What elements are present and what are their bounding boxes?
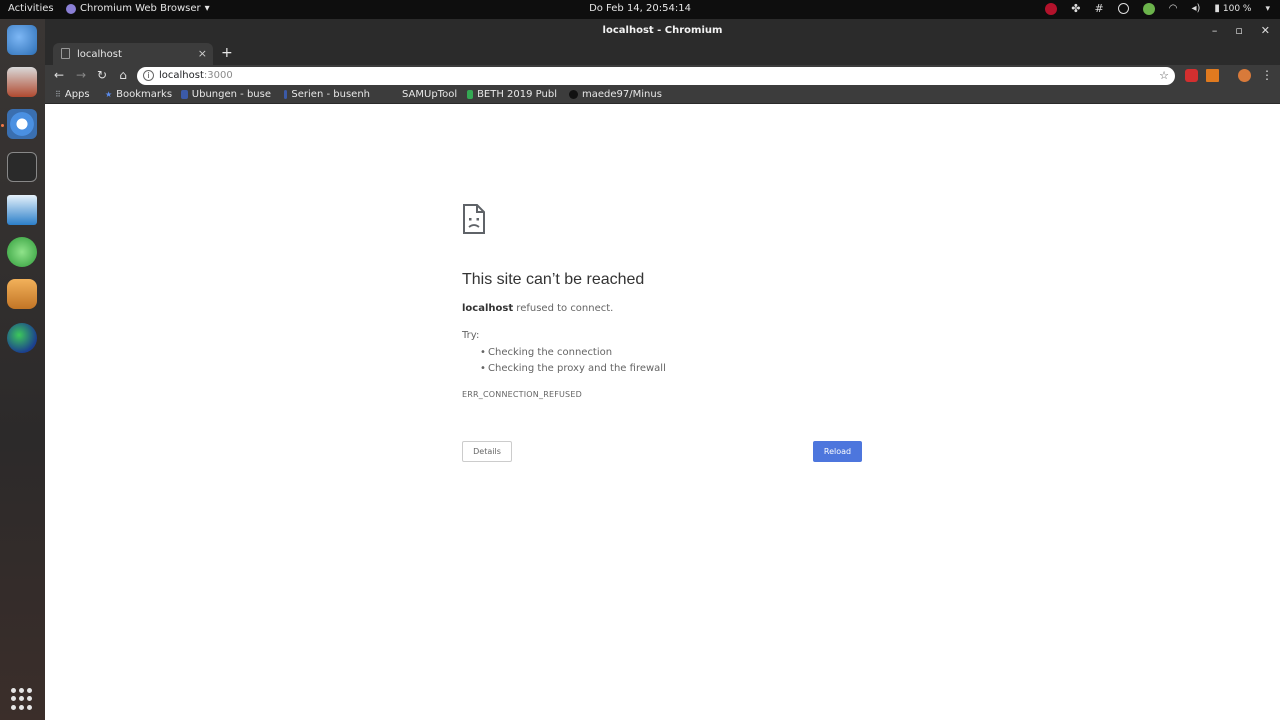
address-bar[interactable]: i localhost:3000 ☆ [137,67,1175,85]
suggestion-list: Checking the connection Checking the pro… [462,347,862,374]
chromium-window: localhost - Chromium – ▫ ✕ localhost × +… [45,19,1280,720]
software-center-icon[interactable] [7,237,37,267]
reload-button[interactable]: Reload [813,441,862,462]
home-icon[interactable]: ⌂ [115,68,131,82]
globe-app-icon[interactable] [7,323,37,353]
url-port: :3000 [203,70,233,81]
reload-icon[interactable]: ↻ [94,68,110,82]
bookmark-label: Apps [64,89,90,100]
details-button[interactable]: Details [462,441,512,462]
more-menu-icon[interactable]: ⋮ [1259,68,1275,82]
site-favicon-icon [284,90,288,99]
apps-grid-icon: ⠿ [55,90,61,99]
bookmark-beth[interactable]: BETH 2019 Publ [467,89,557,100]
bookmark-star-icon[interactable]: ☆ [1159,67,1169,85]
package-icon[interactable] [7,279,37,309]
bookmark-label: SAMUpTool [402,89,458,100]
bookmark-uebungen[interactable]: Übungen - buse [181,89,271,100]
system-tray[interactable]: ✤ # ◠ ◂) ▮ 100 % ▾ [1045,2,1270,15]
error-message: localhost refused to connect. [462,303,862,314]
avatar[interactable] [1238,69,1251,82]
suggestion-proxy-firewall[interactable]: Checking the proxy and the firewall [480,363,862,374]
dock [0,19,45,720]
files-icon[interactable] [7,67,37,97]
dropbox-icon[interactable]: ✤ [1071,2,1080,15]
forward-arrow-icon[interactable]: → [73,68,89,82]
slack-icon[interactable]: # [1094,2,1103,15]
gnome-top-bar: Activities Chromium Web Browser ▾ Do Feb… [0,0,1280,19]
record-indicator-icon[interactable] [1045,2,1058,15]
info-icon[interactable]: i [143,70,154,81]
battery-indicator[interactable]: ▮ 100 % [1214,3,1251,14]
window-titlebar[interactable]: localhost - Chromium – ▫ ✕ [45,19,1280,43]
show-applications-icon[interactable] [11,688,33,710]
bookmark-label: Serien - busenh [291,89,370,100]
page-icon [61,48,70,59]
bookmark-label: maede97/Minus [582,89,662,100]
close-tab-icon[interactable]: × [198,47,207,60]
writer-icon[interactable] [7,195,37,225]
bookmark-samuptool[interactable]: SAMUpTool [389,89,457,100]
error-code: ERR_CONNECTION_REFUSED [462,390,582,399]
bookmark-bookmarks[interactable]: ★ Bookmarks [105,89,172,100]
terminal-icon[interactable] [7,152,37,182]
minimize-icon[interactable]: – [1212,19,1218,43]
thunderbird-icon[interactable] [7,25,37,55]
new-tab-icon[interactable]: + [221,45,233,61]
error-container: This site can’t be reached localhost ref… [462,204,862,399]
site-favicon-icon [181,90,188,99]
suggestion-connection: Checking the connection [480,347,862,358]
active-indicator [1,124,4,127]
github-icon [569,90,578,99]
error-title: This site can’t be reached [462,271,645,288]
close-window-icon[interactable]: ✕ [1261,19,1270,43]
bookmark-serien[interactable]: Serien - busenh [284,89,370,100]
bookmark-github[interactable]: maede97/Minus [569,89,663,100]
extension-icon[interactable] [1206,69,1219,82]
bookmark-label: Übungen - buse [191,89,271,100]
error-reason: refused to connect. [513,303,614,314]
error-host: localhost [462,303,514,314]
page-content: This site can’t be reached localhost ref… [45,104,1280,720]
bookmarks-bar: ⠿ Apps ★ Bookmarks Übungen - buse Serien… [45,87,1280,104]
tab-localhost[interactable]: localhost × [53,43,213,65]
maximize-icon[interactable]: ▫ [1235,19,1242,43]
chromium-icon[interactable] [7,109,37,139]
adblock-icon[interactable] [1185,69,1198,82]
checkmark-icon[interactable] [1117,3,1129,14]
volume-icon[interactable]: ◂) [1191,3,1200,14]
try-label: Try: [462,330,480,341]
battery-level: 100 % [1222,3,1252,14]
star-icon: ★ [105,90,113,99]
back-arrow-icon[interactable]: ← [51,68,67,82]
browser-toolbar: ← → ↻ ⌂ i localhost:3000 ☆ ⋮ [45,65,1280,87]
sheets-icon [467,90,474,99]
power-menu-icon[interactable]: ▾ [1265,4,1270,14]
battery-icon: ▮ [1214,3,1220,14]
sad-page-icon [463,204,485,234]
tab-strip: localhost × + [45,43,1280,65]
window-title: localhost - Chromium [602,25,723,36]
bookmark-label: BETH 2019 Publ [477,89,557,100]
update-icon[interactable] [1142,2,1155,15]
site-favicon-icon [389,90,398,99]
wifi-icon[interactable]: ◠ [1169,3,1178,14]
url-host: localhost [159,70,204,81]
bookmark-apps[interactable]: ⠿ Apps [55,89,90,100]
bookmark-label: Bookmarks [116,89,173,100]
tab-title: localhost [77,48,122,60]
